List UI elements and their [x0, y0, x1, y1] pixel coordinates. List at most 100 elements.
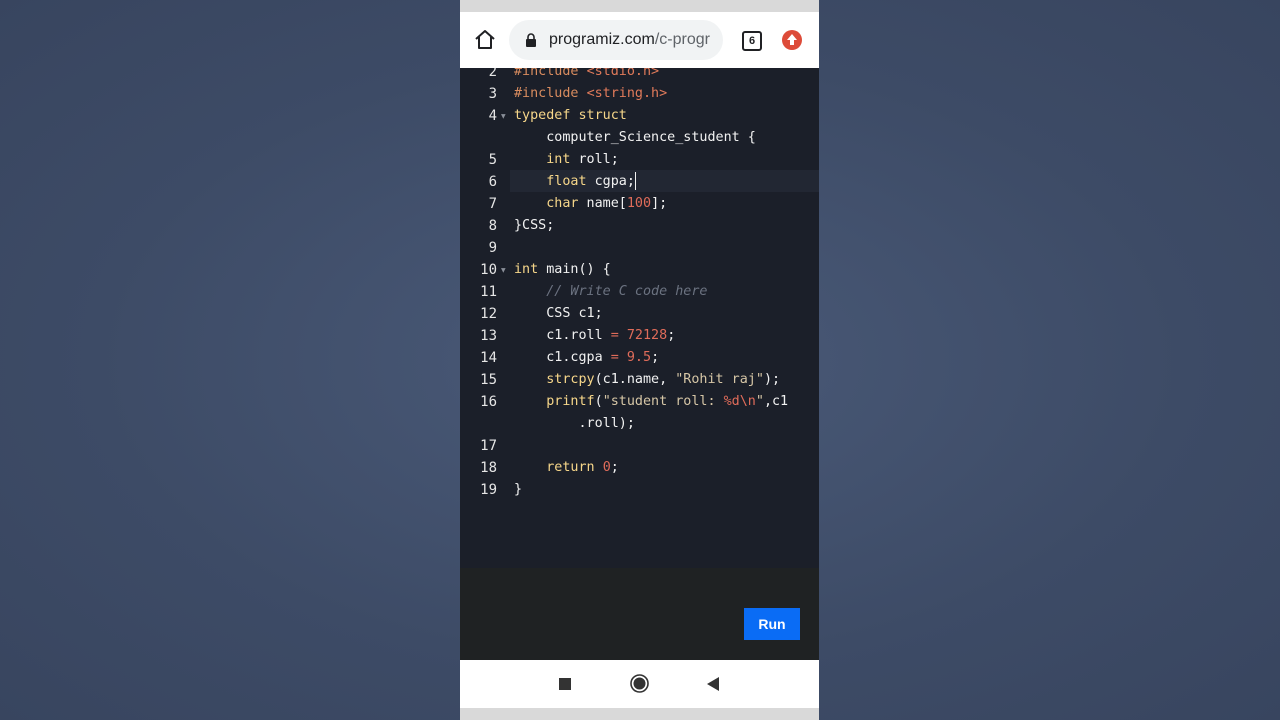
- code-line[interactable]: }: [514, 479, 522, 501]
- code-token: 100: [626, 196, 652, 211]
- code-token: int: [546, 152, 571, 167]
- line-number: 6: [488, 174, 497, 190]
- line-number: 19: [480, 482, 497, 498]
- url-text: programiz.com/c-progr: [549, 31, 710, 49]
- home-circle-icon[interactable]: [630, 674, 649, 693]
- url-path: /c-progr: [654, 31, 710, 48]
- line-number: 8: [488, 218, 497, 234]
- code-token: c1.cgpa: [514, 350, 611, 365]
- code-token: return: [546, 460, 595, 475]
- code-token: }: [514, 482, 523, 497]
- code-token: #include: [514, 86, 587, 101]
- code-token: 9.5: [626, 350, 652, 365]
- address-bar[interactable]: programiz.com/c-progr: [509, 20, 723, 60]
- browser-toolbar: programiz.com/c-progr 6: [460, 12, 819, 69]
- code-token: name[: [578, 196, 627, 211]
- code-token: #include: [514, 68, 587, 79]
- back-triangle-icon[interactable]: [707, 677, 719, 691]
- code-line[interactable]: #include <string.h>: [514, 83, 667, 105]
- code-token: 0: [602, 460, 611, 475]
- code-token: typedef struct: [514, 108, 627, 123]
- code-token: roll;: [570, 152, 619, 167]
- code-token: "student roll:: [602, 394, 724, 409]
- code-line[interactable]: c1.cgpa = 9.5;: [514, 347, 659, 369]
- code-editor[interactable]: 2 3 4 ▼ 5 6 7 8 9 10 ▼ 11 12 13 14 15 16 17 18 19 #include …: [460, 68, 819, 568]
- fold-arrow-icon[interactable]: ▼: [501, 113, 506, 120]
- code-token: c1.roll: [514, 328, 611, 343]
- status-bar: [460, 0, 819, 12]
- code-token: }CSS;: [514, 218, 555, 233]
- code-token: char: [546, 196, 579, 211]
- bottom-edge: [460, 708, 819, 720]
- code-token: computer_Science_student {: [514, 130, 756, 145]
- tab-switcher-icon[interactable]: 6: [742, 31, 762, 51]
- code-token: float: [546, 174, 587, 189]
- line-number: 11: [480, 284, 497, 300]
- code-token: ;: [667, 328, 676, 343]
- line-number: 16: [480, 394, 497, 410]
- recents-square-icon[interactable]: [559, 678, 571, 690]
- code-token: =: [610, 350, 619, 365]
- line-number: 5: [488, 152, 497, 168]
- phone-screen: programiz.com/c-progr 6 2 3 4 ▼ 5 6 7 8 9 10 ▼ 11 12…: [460, 0, 819, 720]
- code-token: ,c1: [763, 394, 789, 409]
- home-icon[interactable]: [473, 28, 497, 52]
- line-number: 10: [480, 262, 497, 278]
- line-number: 15: [480, 372, 497, 388]
- code-line[interactable]: c1.roll = 72128;: [514, 325, 675, 347]
- fold-arrow-icon[interactable]: ▼: [501, 267, 506, 274]
- line-number: 14: [480, 350, 497, 366]
- code-line[interactable]: CSS c1;: [514, 303, 603, 325]
- code-token: // Write C code here: [546, 284, 708, 299]
- code-token: printf: [546, 394, 595, 409]
- code-token: strcpy: [546, 372, 595, 387]
- code-token: main() {: [538, 262, 611, 277]
- code-token: ": [755, 394, 764, 409]
- upload-arrow-icon[interactable]: [782, 30, 802, 50]
- code-line[interactable]: }CSS;: [514, 215, 554, 237]
- code-line[interactable]: // Write C code here: [514, 281, 708, 303]
- code-token: ;: [610, 460, 619, 475]
- code-token: (: [594, 394, 603, 409]
- output-panel: Run: [460, 568, 819, 660]
- code-token: %d\n: [723, 394, 756, 409]
- code-token: cgpa;: [586, 174, 635, 189]
- code-line[interactable]: strcpy(c1.name, "Rohit raj");: [514, 369, 780, 391]
- code-token: <string.h>: [586, 86, 668, 101]
- code-line[interactable]: return 0;: [514, 457, 619, 479]
- line-number: 4: [488, 108, 497, 124]
- code-line[interactable]: char name[100];: [514, 193, 667, 215]
- code-line[interactable]: .roll);: [514, 413, 634, 435]
- code-token: <stdio.h>: [586, 68, 660, 79]
- line-number: 12: [480, 306, 497, 322]
- code-token: ];: [651, 196, 668, 211]
- line-number: 2: [488, 68, 497, 80]
- line-number: 7: [488, 196, 497, 212]
- system-nav-bar: [460, 660, 819, 708]
- code-line[interactable]: printf("student roll: %d\n",c1: [514, 391, 788, 413]
- code-token: int: [514, 262, 539, 277]
- code-line[interactable]: int main() {: [514, 259, 611, 281]
- run-button[interactable]: Run: [744, 608, 800, 640]
- line-number: 18: [480, 460, 497, 476]
- code-token: );: [763, 372, 781, 387]
- code-line[interactable]: #include <stdio.h>: [514, 68, 659, 83]
- code-token: (c1.name,: [594, 372, 676, 387]
- url-host: programiz.com: [549, 31, 655, 48]
- code-line[interactable]: typedef struct: [514, 105, 627, 127]
- text-cursor: [634, 172, 636, 190]
- code-line[interactable]: float cgpa;: [514, 171, 636, 193]
- code-token: =: [610, 328, 619, 343]
- code-line[interactable]: computer_Science_student {: [514, 127, 756, 149]
- code-token: CSS c1;: [514, 306, 603, 321]
- code-line[interactable]: int roll;: [514, 149, 619, 171]
